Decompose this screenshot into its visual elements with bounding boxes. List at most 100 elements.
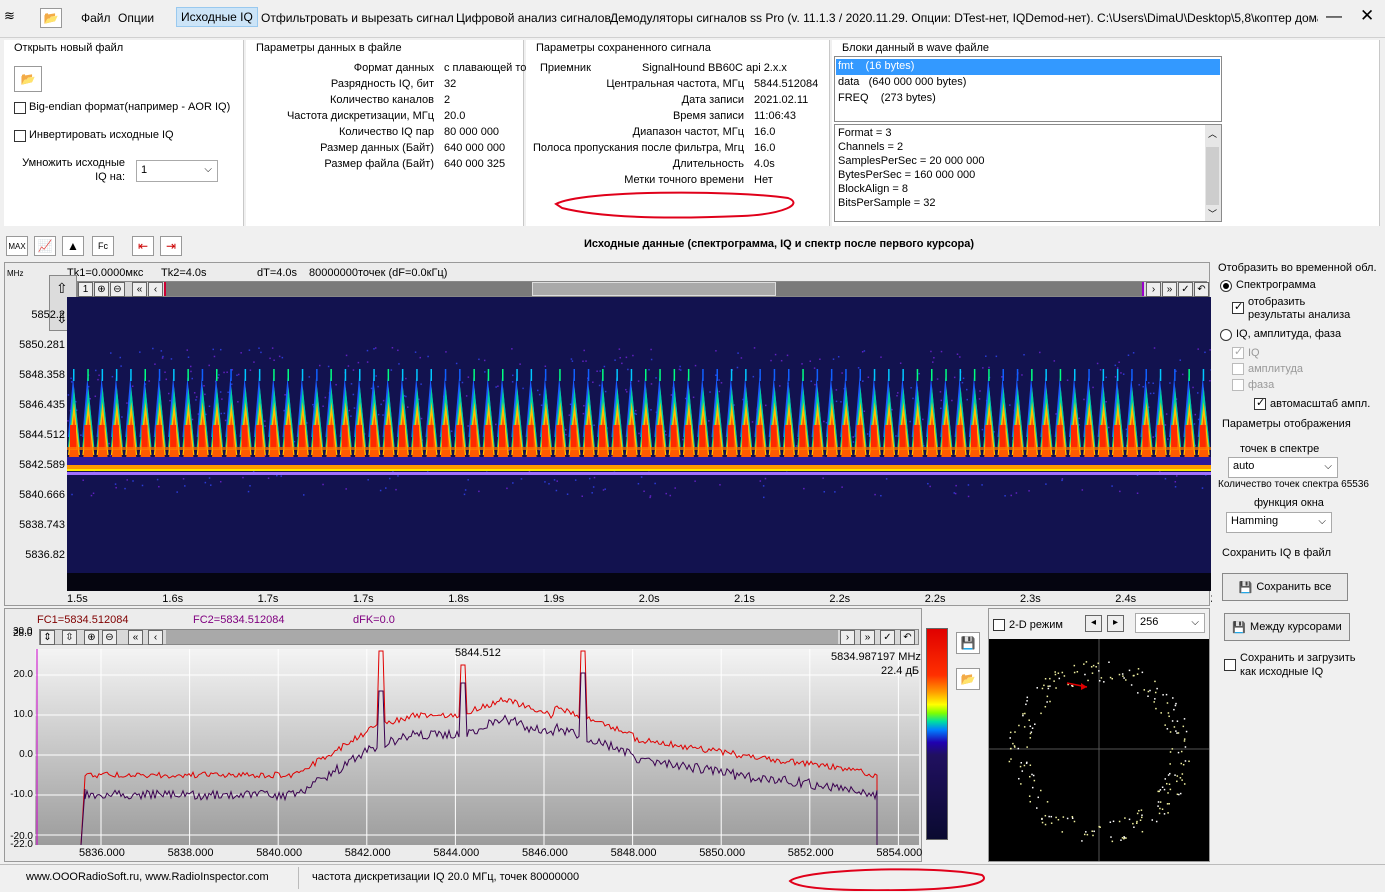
iq-amp-phase-radio[interactable] bbox=[1220, 329, 1232, 341]
forward-icon[interactable]: › bbox=[840, 630, 855, 645]
window-fn-value: Hamming bbox=[1231, 515, 1279, 527]
wave-detail-line: Channels = 2 bbox=[838, 141, 904, 153]
iq-checkbox[interactable] bbox=[1232, 345, 1244, 359]
iq-panel: 2-D режим ◂ ▸ 256 ⌵ bbox=[988, 608, 1210, 862]
wave-detail-line: BitsPerSample = 32 bbox=[838, 197, 936, 209]
spectrum-x-tick: 5850.000 bbox=[699, 847, 746, 859]
save-load-checkbox[interactable] bbox=[1224, 659, 1236, 671]
between-cursors-button[interactable]: 💾 Между курсорами bbox=[1224, 613, 1350, 641]
fast-forward-icon[interactable]: » bbox=[1162, 282, 1177, 297]
iq-amp-phase-label: IQ, амплитуда, фаза bbox=[1236, 328, 1342, 340]
fast-forward-icon[interactable]: » bbox=[860, 630, 875, 645]
time-scroll-track[interactable] bbox=[164, 282, 1144, 296]
save-icon[interactable]: 💾 bbox=[956, 632, 980, 654]
big-endian-checkbox[interactable] bbox=[14, 102, 26, 114]
freq-scroll-track[interactable] bbox=[166, 630, 838, 644]
saved-param-label: Метки точного времени bbox=[624, 174, 744, 186]
wave-blocks-list[interactable]: fmt (16 bytes) data (640 000 000 bytes) FR… bbox=[834, 56, 1222, 122]
amplitude-checkbox[interactable] bbox=[1232, 363, 1244, 375]
phase-checkbox[interactable] bbox=[1232, 379, 1244, 391]
wave-block-item[interactable]: FREQ (273 bytes) bbox=[836, 91, 1220, 107]
chart-icon[interactable]: 📈 bbox=[34, 236, 56, 256]
forward-icon[interactable]: › bbox=[1146, 282, 1161, 297]
spectrum-icon[interactable]: ▲ bbox=[62, 236, 84, 256]
collapse-icon[interactable]: ⇕ bbox=[40, 630, 55, 645]
multiply-select[interactable]: 1 ⌵ bbox=[136, 160, 218, 182]
red-annotation-ellipse bbox=[554, 191, 795, 219]
saved-param-value: 2021.02.11 bbox=[754, 94, 809, 106]
chevron-down-icon: ⌵ bbox=[1191, 617, 1199, 628]
fc-icon[interactable]: Fc bbox=[92, 236, 114, 256]
chevron-down-icon: ⌵ bbox=[1318, 516, 1326, 527]
folder-icon[interactable]: 📂 bbox=[956, 668, 980, 690]
zoom-out-icon[interactable]: ⊖ bbox=[102, 630, 117, 645]
autoscale-label: автомасштаб ампл. bbox=[1270, 398, 1371, 410]
prev-icon[interactable]: ◂ bbox=[1085, 615, 1102, 632]
app-icon: ≋ bbox=[4, 8, 15, 23]
zoom-in-icon[interactable]: ⊕ bbox=[84, 630, 99, 645]
open-folder-button[interactable]: 📂 bbox=[40, 8, 62, 28]
menu-filter-cut[interactable]: Отфильтровать и вырезать сигнал bbox=[261, 11, 454, 25]
time-scroll-thumb[interactable] bbox=[532, 282, 776, 296]
open-file-button[interactable]: 📂 bbox=[14, 66, 42, 92]
big-endian-label: Big-endian формат(например - AOR IQ) bbox=[29, 101, 231, 113]
iq-constellation[interactable] bbox=[989, 639, 1209, 861]
spectrogram-x-tick: 1.5s bbox=[67, 593, 88, 605]
details-scrollbar[interactable]: ︿ ﹀ bbox=[1205, 125, 1221, 221]
spectrum-points-select[interactable]: auto ⌵ bbox=[1228, 457, 1338, 478]
menu-bar: ≋ 📂 Файл Опции Исходные IQ Отфильтровать… bbox=[0, 0, 1385, 38]
scrollbar-thumb[interactable] bbox=[1206, 147, 1219, 205]
check-icon[interactable]: ✓ bbox=[880, 630, 895, 645]
back-icon[interactable]: ‹ bbox=[148, 282, 163, 297]
wave-details-list[interactable]: Format = 3 Channels = 2 SamplesPerSec = 20… bbox=[834, 124, 1222, 222]
2d-mode-checkbox[interactable] bbox=[993, 619, 1005, 631]
max-icon[interactable]: MAX bbox=[6, 236, 28, 256]
back-icon[interactable]: ‹ bbox=[148, 630, 163, 645]
minimize-icon[interactable]: — bbox=[1326, 8, 1342, 26]
expand-icon[interactable]: ⇳ bbox=[62, 630, 77, 645]
chevron-up-icon[interactable]: ︿ bbox=[1208, 127, 1217, 140]
saved-param-value: 5844.512084 bbox=[754, 78, 819, 90]
folder-icon: 📂 bbox=[43, 11, 59, 25]
menu-options[interactable]: Опции bbox=[118, 11, 154, 25]
file-params-title: Параметры данных в файле bbox=[256, 42, 402, 54]
save-all-button[interactable]: 💾 Сохранить все bbox=[1222, 573, 1348, 601]
spectrogram-radio[interactable] bbox=[1220, 280, 1232, 292]
fast-back-icon[interactable]: « bbox=[132, 282, 147, 297]
wave-block-item[interactable]: data (640 000 000 bytes) bbox=[836, 75, 1220, 91]
display-params-title: Параметры отображения bbox=[1222, 418, 1351, 430]
chevron-down-icon[interactable]: ﹀ bbox=[1208, 207, 1217, 220]
menu-source-iq[interactable]: Исходные IQ bbox=[176, 7, 258, 27]
undo-icon[interactable]: ↶ bbox=[900, 630, 915, 645]
invert-iq-checkbox[interactable] bbox=[14, 130, 26, 142]
arrow-up-icon[interactable]: ⇧ bbox=[56, 280, 68, 297]
menu-file[interactable]: Файл bbox=[81, 11, 111, 25]
cursor-right-icon[interactable]: ⇥ bbox=[160, 236, 182, 256]
spectrum-canvas[interactable] bbox=[35, 649, 919, 846]
iq-points-select[interactable]: 256 ⌵ bbox=[1135, 613, 1205, 633]
menu-digital-analysis[interactable]: Цифровой анализ сигналов bbox=[456, 11, 611, 25]
cursor-left-icon[interactable]: ⇤ bbox=[132, 236, 154, 256]
open-file-title: Открыть новый файл bbox=[14, 42, 124, 54]
window-fn-select[interactable]: Hamming ⌵ bbox=[1226, 512, 1332, 533]
color-palette-bar[interactable] bbox=[926, 628, 948, 840]
spectrogram-x-tick: 1.7s bbox=[352, 593, 374, 605]
zoom-in-icon[interactable]: ⊕ bbox=[94, 282, 109, 297]
spectrogram-canvas[interactable] bbox=[67, 297, 1212, 591]
next-icon[interactable]: ▸ bbox=[1107, 615, 1124, 632]
show-results-checkbox[interactable] bbox=[1232, 300, 1244, 314]
zoom-out-icon[interactable]: ⊖ bbox=[110, 282, 125, 297]
save-icon: 💾 bbox=[1232, 621, 1246, 634]
fast-back-icon[interactable]: « bbox=[128, 630, 143, 645]
wave-block-item[interactable]: fmt (16 bytes) bbox=[836, 59, 1220, 75]
autoscale-checkbox[interactable] bbox=[1254, 396, 1266, 410]
check-icon[interactable]: ✓ bbox=[1178, 282, 1193, 297]
one-icon[interactable]: 1 bbox=[78, 282, 93, 297]
menu-demodulators[interactable]: Демодуляторы сигналов bbox=[610, 11, 747, 25]
close-icon[interactable]: ✕ bbox=[1360, 6, 1374, 26]
receiver-value: SignalHound BB60C api 2.x.x bbox=[642, 62, 787, 74]
undo-icon[interactable]: ↶ bbox=[1194, 282, 1209, 297]
saved-param-value: 4.0s bbox=[754, 158, 775, 170]
multiply-label-2: IQ на: bbox=[95, 171, 125, 183]
file-param-label: Частота дискретизации, МГц bbox=[286, 110, 434, 122]
